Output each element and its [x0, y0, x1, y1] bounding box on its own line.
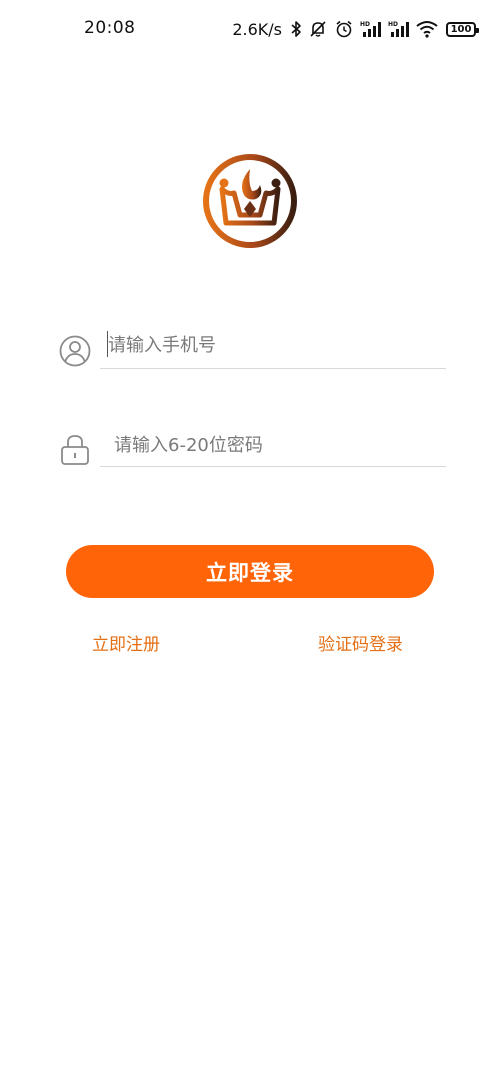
status-bar: 20:08 2.6K/s HD HD 100 — [0, 0, 500, 56]
svg-text:HD: HD — [388, 21, 398, 28]
hd-signal-icon: HD — [360, 20, 382, 38]
hd-signal-icon: HD — [388, 20, 410, 38]
status-icons: 2.6K/s HD HD 100 — [232, 16, 479, 42]
phone-input[interactable] — [100, 324, 445, 366]
alarm-icon — [334, 19, 354, 39]
phone-field-row — [58, 324, 446, 376]
password-input[interactable] — [100, 424, 445, 466]
register-link[interactable]: 立即注册 — [92, 630, 160, 655]
sms-login-link[interactable]: 验证码登录 — [318, 630, 403, 655]
app-logo — [202, 153, 298, 249]
bluetooth-icon — [290, 20, 302, 38]
svg-text:HD: HD — [360, 21, 370, 28]
crown-flame-logo — [203, 154, 297, 248]
text-cursor — [107, 331, 108, 357]
wifi-icon — [416, 20, 438, 38]
login-button[interactable]: 立即登录 — [66, 545, 434, 598]
user-icon — [58, 334, 92, 368]
phone-underline — [100, 368, 446, 369]
net-speed: 2.6K/s — [232, 19, 282, 39]
login-screen: 20:08 2.6K/s HD HD 100 请输入手机号 立即登录 立即注册 … — [0, 0, 500, 1083]
password-underline — [100, 466, 446, 467]
password-field-row — [58, 424, 446, 474]
mute-vibrate-icon — [308, 19, 328, 39]
lock-icon — [58, 432, 92, 466]
battery-indicator: 100 — [446, 21, 479, 37]
status-time: 20:08 — [84, 18, 136, 38]
